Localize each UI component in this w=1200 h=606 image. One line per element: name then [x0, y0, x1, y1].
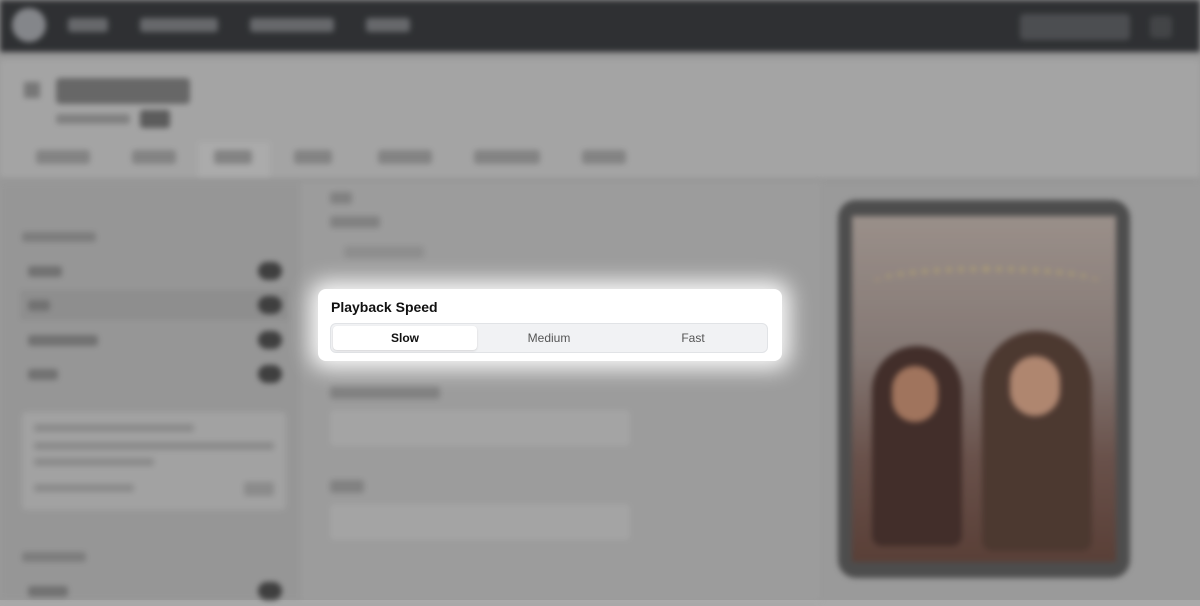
speed-option-slow[interactable]: Slow	[333, 326, 477, 350]
playback-speed-segmented-control: Slow Medium Fast	[330, 323, 768, 353]
playback-speed-title: Playback Speed	[331, 299, 438, 315]
playback-speed-card: Playback Speed Slow Medium Fast	[318, 289, 782, 361]
speed-option-medium[interactable]: Medium	[477, 326, 621, 350]
speed-option-fast[interactable]: Fast	[621, 326, 765, 350]
